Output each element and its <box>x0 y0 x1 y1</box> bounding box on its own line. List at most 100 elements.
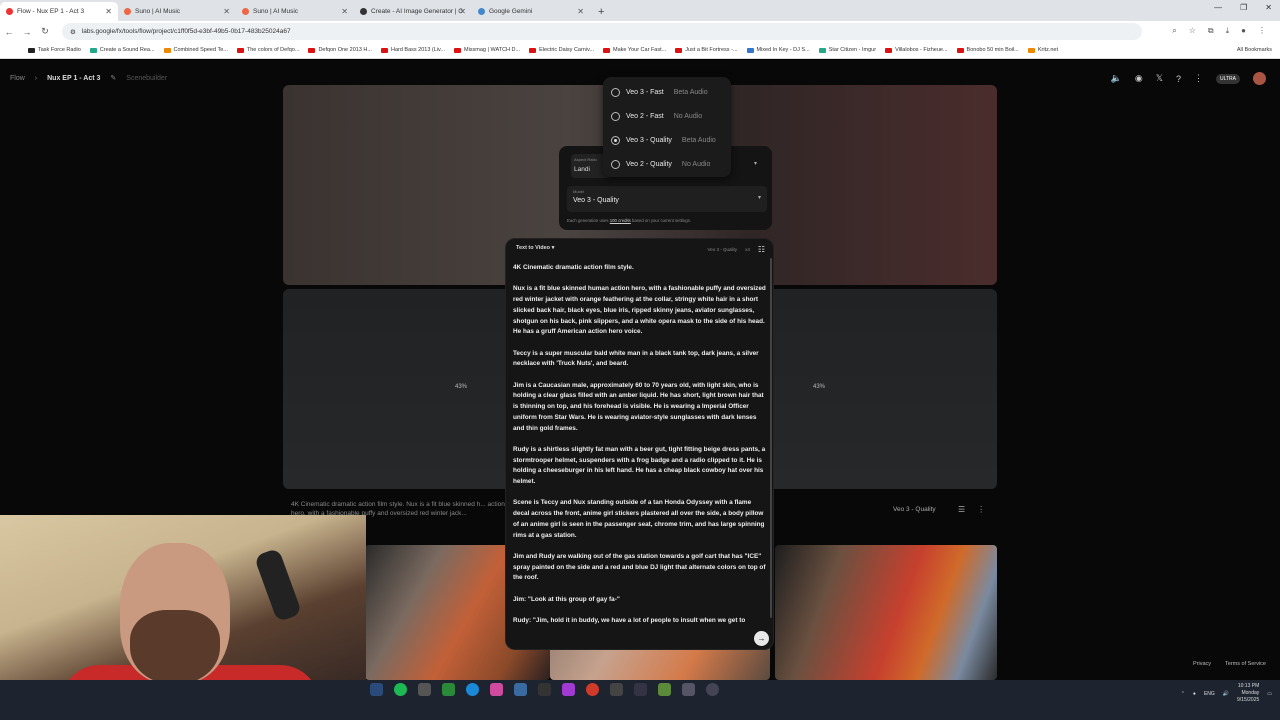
browser-tab[interactable]: Suno | AI Music ✕ <box>236 2 354 21</box>
profile-icon[interactable]: ● <box>1241 26 1246 36</box>
prompt-paragraph: Teccy is a super muscular bald white man… <box>513 349 759 368</box>
bookmark[interactable]: The colors of Defqo... <box>236 47 299 53</box>
bookmark-icon <box>746 47 754 53</box>
new-tab-button[interactable]: + <box>590 2 612 21</box>
restore-icon[interactable]: ❐ <box>1240 3 1247 12</box>
app-icon[interactable] <box>442 683 455 696</box>
back-icon[interactable]: ← <box>0 27 18 37</box>
bookmark[interactable]: Missmag | WATCH D... <box>453 47 520 53</box>
project-title: Nux EP 1 - Act 3 <box>47 74 101 82</box>
avatar[interactable] <box>1253 72 1266 85</box>
edit-icon[interactable]: ✎ <box>110 74 116 82</box>
video-thumbnail[interactable] <box>775 545 997 680</box>
x-icon[interactable]: 𝕏 <box>1156 73 1163 84</box>
notification-icon[interactable]: ▭ <box>1267 691 1272 697</box>
close-icon[interactable]: ✕ <box>459 7 466 16</box>
spotify-icon[interactable] <box>394 683 407 696</box>
menu-icon[interactable]: ⋮ <box>1258 26 1266 36</box>
bookmark[interactable]: Combined Speed Te... <box>163 47 228 53</box>
terms-link[interactable]: Terms of Service <box>1225 661 1266 667</box>
bookmark[interactable]: Electric Daisy Carniv... <box>529 47 594 53</box>
app-icon[interactable] <box>514 683 527 696</box>
close-icon[interactable]: ✕ <box>577 7 584 16</box>
discord-icon[interactable]: ◉ <box>1135 73 1143 84</box>
top-right-toolbar: 🔈 ◉ 𝕏 ? ⋮ ULTRA <box>1111 72 1266 85</box>
app-icon[interactable] <box>562 683 575 696</box>
prompt-box[interactable]: Text to Video ▾ Veo 3 - Quality x4 ☷ 4K … <box>505 238 774 650</box>
settings-icon[interactable] <box>706 683 719 696</box>
prompt-scrollbar[interactable] <box>770 258 772 618</box>
help-icon[interactable]: ? <box>1176 74 1181 84</box>
bookmark[interactable]: Villalobos - Fizheue... <box>885 47 948 53</box>
close-icon[interactable]: ✕ <box>223 7 230 16</box>
volume-icon[interactable]: 🔊 <box>1223 691 1229 697</box>
bookmark[interactable]: Create a Sound Rea... <box>89 47 155 53</box>
extensions-icon[interactable]: ⧉ <box>1208 26 1214 36</box>
bookmark[interactable]: Mixed In Key - DJ S... <box>746 47 810 53</box>
bookmark[interactable]: Bonobo 50 min Boil... <box>956 47 1019 53</box>
zoom-icon[interactable]: ⌕ <box>1172 26 1176 36</box>
edge-icon[interactable] <box>466 683 479 696</box>
radio-selected-icon <box>611 136 620 145</box>
star-icon[interactable]: ☆ <box>1189 26 1196 36</box>
more-icon[interactable]: ⋮ <box>1194 73 1203 84</box>
download-icon[interactable]: ⤓ <box>1226 26 1230 36</box>
close-icon[interactable]: ✕ <box>341 7 348 16</box>
browser-tab[interactable]: Create - AI Image Generator | C ✕ <box>354 2 472 21</box>
app-icon[interactable] <box>418 683 431 696</box>
bookmark[interactable]: Star Citizen - Imgur <box>818 47 876 53</box>
tab-favicon-icon <box>6 8 13 15</box>
clock[interactable]: 10:13 PM Monday 9/15/2025 <box>1237 683 1259 704</box>
model-select[interactable]: Model Veo 3 - Quality ▾ <box>567 186 767 212</box>
close-window-icon[interactable]: ✕ <box>1265 3 1272 12</box>
app-icon[interactable] <box>538 683 551 696</box>
list-icon[interactable]: ☰ <box>958 505 965 514</box>
count-chip[interactable]: x4 <box>745 247 750 252</box>
close-icon[interactable]: ✕ <box>105 7 112 16</box>
bookmark-icon <box>885 47 893 53</box>
bookmark[interactable]: Just a Bit Fortress -... <box>675 47 738 53</box>
breadcrumb-section[interactable]: Scenebuilder <box>126 75 167 82</box>
app-icon[interactable] <box>682 683 695 696</box>
send-button[interactable]: → <box>754 631 769 646</box>
lang-indicator[interactable]: ENG <box>1204 691 1215 697</box>
bookmark[interactable]: Make Your Car Fast... <box>603 47 666 53</box>
app-icon[interactable] <box>634 683 647 696</box>
mic-icon[interactable]: ● <box>1193 691 1196 697</box>
bookmark[interactable]: Hard Bass 2013 (Liv... <box>380 47 445 53</box>
model-option[interactable]: Veo 2 - Fast No Audio <box>611 112 702 121</box>
minimize-icon[interactable]: — <box>1214 3 1222 12</box>
url-input[interactable]: ⚙ labs.google/fx/tools/flow/project/c1ff… <box>62 23 1142 40</box>
more-icon[interactable]: ⋮ <box>977 505 985 514</box>
chevron-up-icon[interactable]: ⌃ <box>1181 691 1185 697</box>
chrome-icon[interactable] <box>586 683 599 696</box>
app-icon[interactable] <box>490 683 503 696</box>
steam-icon[interactable] <box>370 683 383 696</box>
breadcrumb-root[interactable]: Flow <box>10 75 25 82</box>
aspect-ratio-value: Landi <box>574 166 590 173</box>
prompt-input[interactable]: 4K Cinematic dramatic action film style.… <box>513 263 767 637</box>
bookmark[interactable]: Task Force Radio <box>28 47 81 53</box>
chevron-down-icon[interactable]: ▾ <box>754 160 757 167</box>
all-bookmarks-button[interactable]: All Bookmarks <box>1237 47 1272 53</box>
app-icon[interactable] <box>658 683 671 696</box>
browser-tab[interactable]: Flow - Nux EP 1 - Act 3 ✕ <box>0 2 118 21</box>
radio-icon <box>611 160 620 169</box>
settings-icon[interactable]: ☷ <box>758 245 765 254</box>
privacy-link[interactable]: Privacy <box>1193 661 1211 667</box>
reload-icon[interactable]: ↻ <box>36 26 54 37</box>
app-icon[interactable] <box>610 683 623 696</box>
speaker-icon[interactable]: 🔈 <box>1111 73 1122 84</box>
bookmark[interactable]: Defqon One 2013 H... <box>308 47 372 53</box>
model-option[interactable]: Veo 2 - Quality No Audio <box>611 160 710 169</box>
model-option[interactable]: Veo 3 - Fast Beta Audio <box>611 88 708 97</box>
forward-icon[interactable]: → <box>18 27 36 37</box>
mode-select[interactable]: Text to Video ▾ <box>516 245 554 251</box>
browser-tab[interactable]: Google Gemini ✕ <box>472 2 590 21</box>
radio-icon <box>611 112 620 121</box>
bookmark[interactable]: Kritz.net <box>1027 47 1058 53</box>
browser-tab[interactable]: Suno | AI Music ✕ <box>118 2 236 21</box>
model-chip[interactable]: Veo 3 - Quality <box>708 247 738 252</box>
site-info-icon[interactable]: ⚙ <box>70 28 76 36</box>
model-option[interactable]: Veo 3 - Quality Beta Audio <box>611 136 716 145</box>
